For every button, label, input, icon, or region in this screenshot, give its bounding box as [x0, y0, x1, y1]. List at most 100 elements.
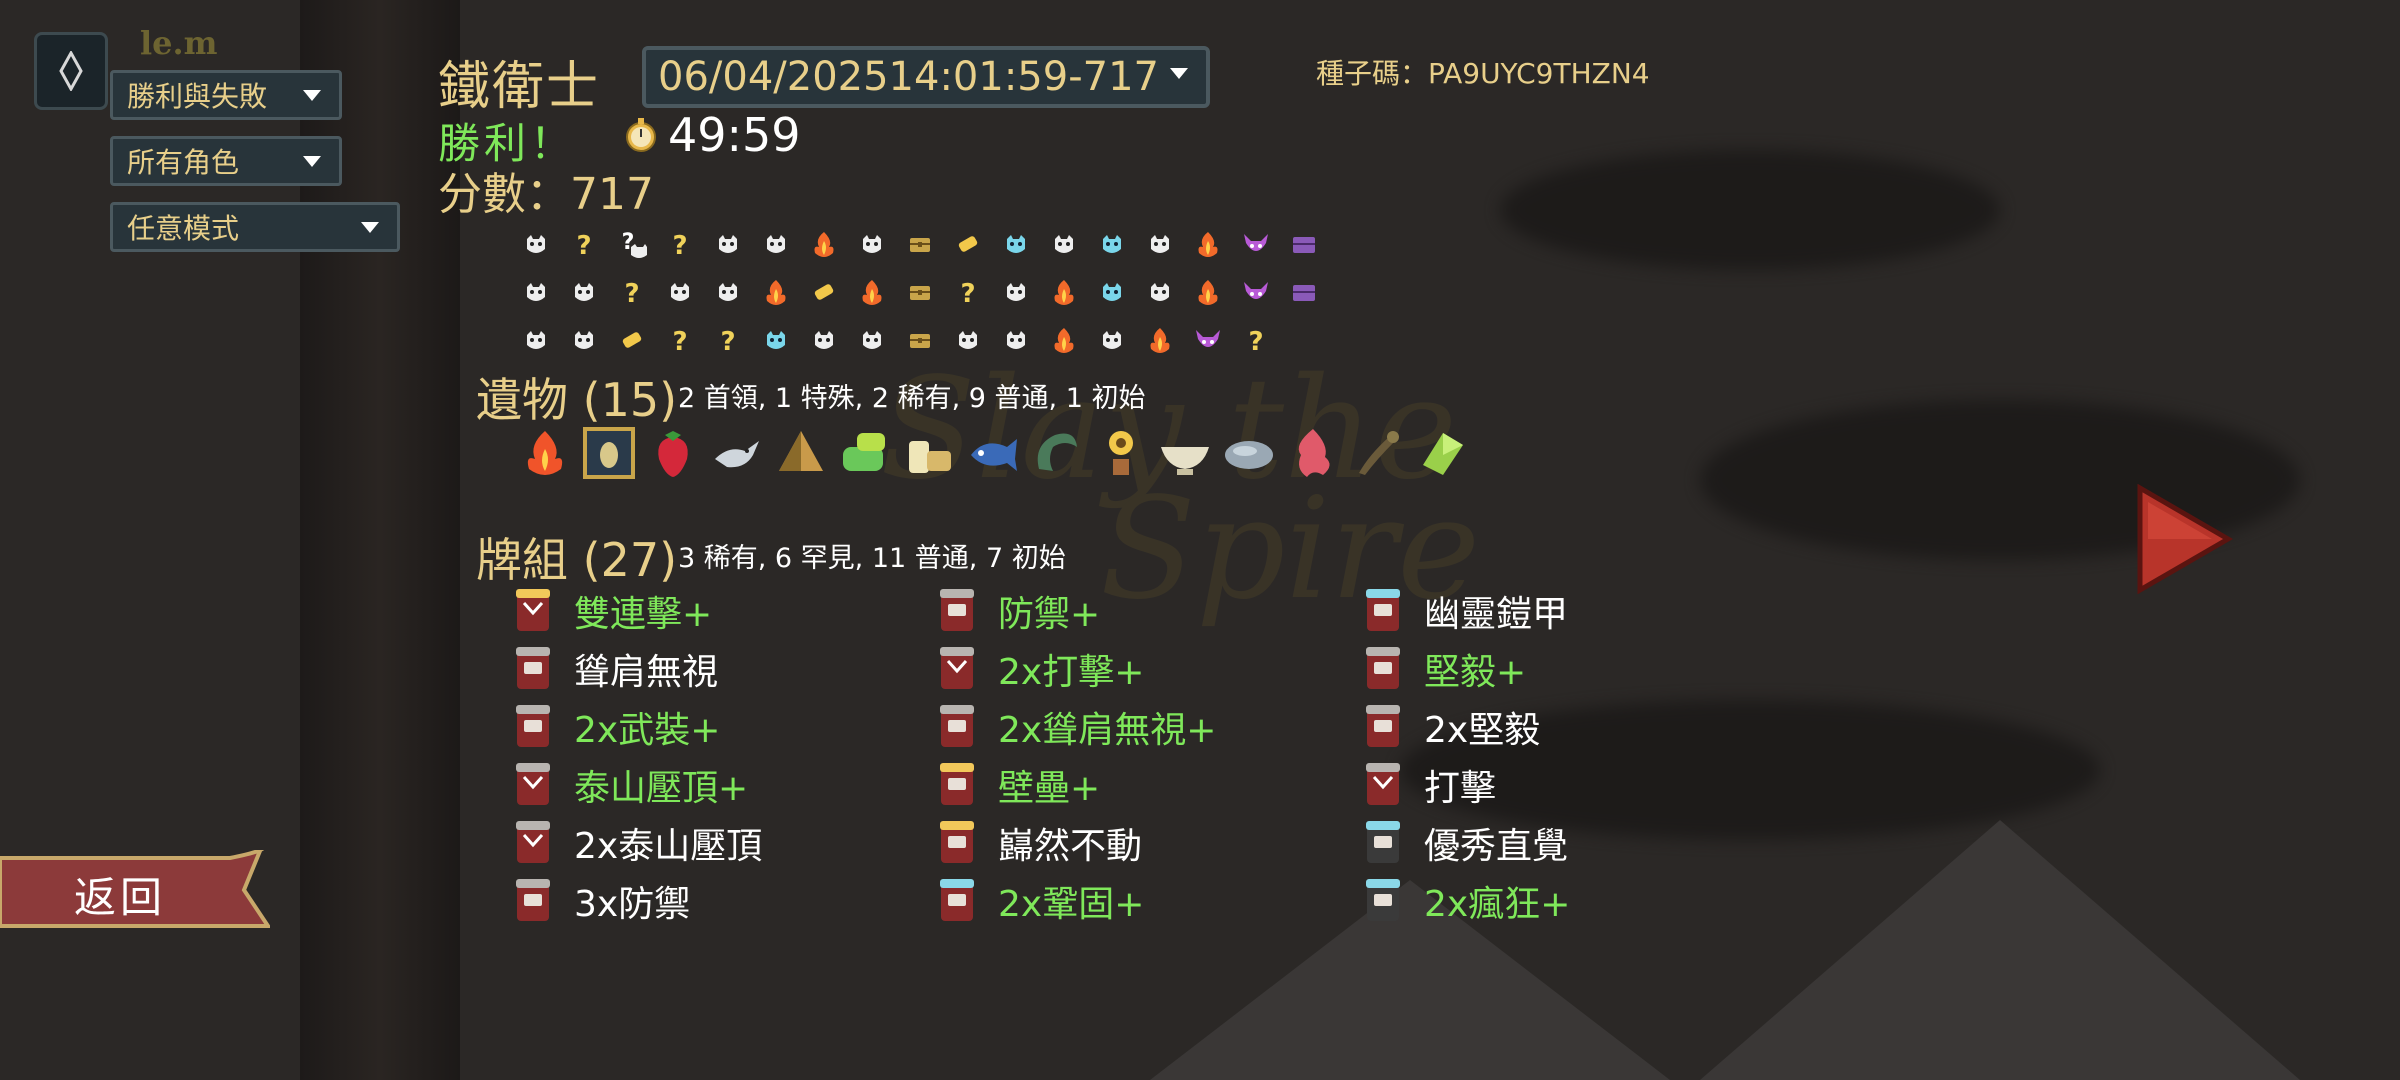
background-cloud [1500, 150, 2000, 270]
relic-list [514, 422, 1472, 484]
path-node-elite-icon [1184, 220, 1232, 268]
card-skill-icon [516, 647, 550, 689]
relic-bowl-icon[interactable] [1154, 422, 1216, 484]
next-arrow-button[interactable] [2134, 484, 2234, 594]
card-item[interactable]: 壁壘+ [936, 756, 1216, 814]
card-name: 雙連擊+ [574, 594, 713, 635]
card-item[interactable]: 2x聳肩無視+ [936, 698, 1216, 756]
svg-text:?: ? [672, 327, 687, 355]
card-attack-icon [516, 589, 550, 631]
mode-filter-value: 任意模式 [127, 212, 240, 245]
card-item[interactable]: 2x堅毅 [1362, 698, 1570, 756]
path-node-monster-icon [992, 316, 1040, 364]
relic-fish-icon[interactable] [962, 422, 1024, 484]
chevron-down-icon [303, 156, 321, 167]
relic-flame-creature-icon[interactable] [1282, 422, 1344, 484]
mode-filter-dropdown[interactable]: 任意模式 [110, 202, 400, 252]
card-item[interactable]: 2x瘋狂+ [1362, 872, 1570, 930]
path-node-blue-icon [992, 220, 1040, 268]
path-node-elite-icon [752, 268, 800, 316]
card-item[interactable]: 防禦+ [936, 582, 1216, 640]
run-time: 49:59 [668, 108, 801, 162]
path-node-unknown-icon: ? [1232, 316, 1280, 364]
card-item[interactable]: 巋然不動 [936, 814, 1216, 872]
card-name: 2x聳肩無視+ [998, 710, 1217, 751]
path-node-monster-icon [848, 316, 896, 364]
card-item[interactable]: 泰山壓頂+ [512, 756, 762, 814]
run-date: 06/04/202514:01:59-717 [658, 54, 1159, 100]
card-skill-icon [940, 879, 974, 921]
deck-title: 牌組 (27) [476, 533, 678, 587]
relic-sunflower-icon[interactable] [1090, 422, 1152, 484]
path-node-monster-icon [1040, 220, 1088, 268]
relic-bread-icon[interactable] [898, 422, 960, 484]
path-node-elite-icon [848, 268, 896, 316]
result-filter-dropdown[interactable]: 勝利與失敗 [110, 70, 342, 120]
card-item[interactable]: 優秀直覺 [1362, 814, 1570, 872]
svg-text:?: ? [624, 279, 639, 307]
relic-pipe-icon[interactable] [1346, 422, 1408, 484]
relic-stone-icon[interactable] [1218, 422, 1280, 484]
card-item[interactable]: 2x泰山壓頂 [512, 814, 762, 872]
back-button[interactable]: 返回 [0, 850, 270, 930]
path-node-monster-icon [656, 268, 704, 316]
svg-text:?: ? [1248, 327, 1263, 355]
path-node-monster-icon [944, 316, 992, 364]
character-filter-dropdown[interactable]: 所有角色 [110, 136, 342, 186]
card-item[interactable]: 2x打擊+ [936, 640, 1216, 698]
run-select-dropdown[interactable]: 06/04/202514:01:59-717 [642, 46, 1210, 108]
relic-pyramid-icon[interactable] [770, 422, 832, 484]
path-node-boss-chest-icon [1280, 220, 1328, 268]
relic-bird-icon[interactable] [706, 422, 768, 484]
relic-toolkit-icon[interactable] [834, 422, 896, 484]
path-node-boss-icon [1184, 316, 1232, 364]
card-item[interactable]: 打擊 [1362, 756, 1570, 814]
card-skill-icon [940, 763, 974, 805]
path-node-elite-icon [1040, 316, 1088, 364]
path-node-chest-icon [896, 316, 944, 364]
card-skill-icon [1366, 705, 1400, 747]
path-node-unknown-icon: ? [560, 220, 608, 268]
card-name: 打擊 [1424, 768, 1497, 809]
relic-horn-icon[interactable] [1026, 422, 1088, 484]
card-skill-icon [940, 705, 974, 747]
stopwatch-icon [626, 118, 656, 152]
svg-text:?: ? [672, 231, 687, 259]
path-node-elite-icon [1040, 268, 1088, 316]
card-name: 壁壘+ [998, 768, 1101, 809]
card-item[interactable]: 雙連擊+ [512, 582, 762, 640]
card-item[interactable]: 2x鞏固+ [936, 872, 1216, 930]
relic-beetle-frame-icon[interactable] [578, 422, 640, 484]
path-node-monster-icon [992, 268, 1040, 316]
relic-burning-blood-icon[interactable] [514, 422, 576, 484]
run-timer: 49:59 [622, 108, 801, 162]
path-node-monster-icon [704, 220, 752, 268]
card-item[interactable]: 聳肩無視 [512, 640, 762, 698]
path-node-blue-icon [1088, 268, 1136, 316]
path-node-unknown-icon: ? [704, 316, 752, 364]
path-node-monster-icon [512, 316, 560, 364]
relic-strawberry-icon[interactable] [642, 422, 704, 484]
card-skill-icon [1366, 647, 1400, 689]
relic-crystal-icon[interactable] [1410, 422, 1472, 484]
card-item[interactable]: 2x武裝+ [512, 698, 762, 756]
path-node-monster-icon [512, 220, 560, 268]
card-item[interactable]: 3x防禦 [512, 872, 762, 930]
card-name: 3x防禦 [574, 884, 691, 925]
back-label: 返回 [74, 873, 167, 922]
deck-column: 幽靈鎧甲 堅毅+ 2x堅毅打擊優秀直覺 2x瘋狂+ [1362, 582, 1570, 930]
path-node-monster-icon [560, 316, 608, 364]
path-node-blue-icon [1088, 220, 1136, 268]
path-node-monster-icon [752, 220, 800, 268]
card-item[interactable]: 幽靈鎧甲 [1362, 582, 1570, 640]
svg-text:?: ? [960, 279, 975, 307]
settings-button[interactable] [34, 32, 108, 110]
card-skill-colorless-icon [1366, 821, 1400, 863]
card-name: 2x堅毅 [1424, 710, 1541, 751]
card-item[interactable]: 堅毅+ [1362, 640, 1570, 698]
result-filter-value: 勝利與失敗 [127, 80, 268, 113]
card-skill-icon [516, 705, 550, 747]
path-node-monster-icon [848, 220, 896, 268]
path-node-monster-icon [1088, 316, 1136, 364]
chevron-down-icon [303, 90, 321, 101]
